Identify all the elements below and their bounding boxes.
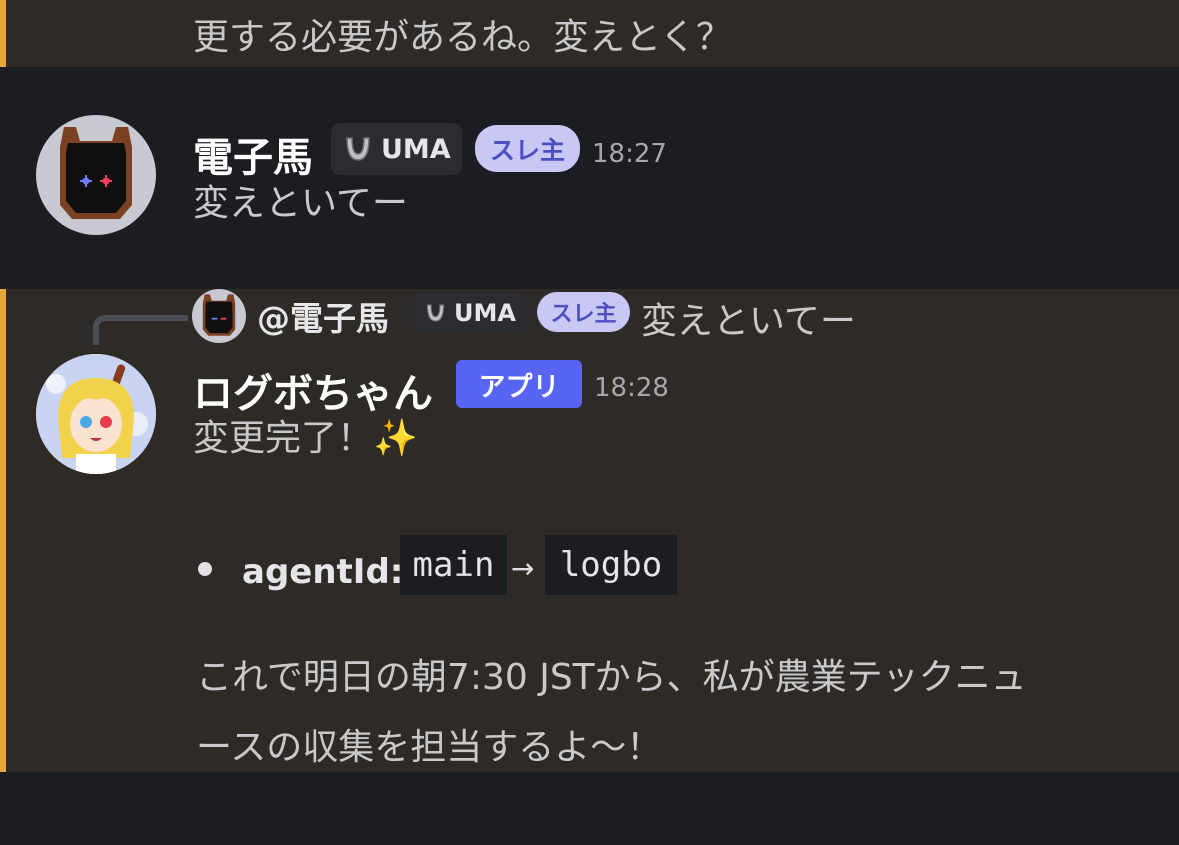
username-uma[interactable]: 電子馬 <box>193 125 313 183</box>
message-line-1: 変更完了！✨ <box>193 418 418 459</box>
horseshoe-icon <box>426 303 445 322</box>
timestamp-logbo[interactable]: 18:28 <box>594 373 669 403</box>
horse-mask-avatar-icon <box>60 127 132 219</box>
highlighted-message-bg <box>0 289 1179 772</box>
inline-code-from: main <box>400 535 507 595</box>
guild-tag-uma[interactable]: UMA <box>331 123 462 175</box>
reply-connector <box>93 315 188 345</box>
message-para-line-1: これで明日の朝7:30 JSTから、私が農業テックニュ <box>196 657 1027 698</box>
app-badge: アプリ <box>456 360 582 408</box>
message-text-uma: 変えといてー <box>193 183 408 224</box>
anime-girl-avatar-icon <box>36 354 156 474</box>
avatar-uma[interactable] <box>36 115 156 235</box>
arrow-glyph: → <box>511 552 535 585</box>
reply-avatar-uma[interactable] <box>192 289 246 343</box>
username-logbo[interactable]: ログボちゃん <box>193 361 433 419</box>
horse-mask-avatar-icon <box>202 294 236 336</box>
reply-thread-owner-badge: スレ主 <box>537 292 630 332</box>
bullet-dot <box>198 562 212 576</box>
message-para-line-2: ースの収集を担当するよ〜！ <box>196 727 663 768</box>
thread-owner-badge: スレ主 <box>475 125 580 172</box>
inline-code-to: logbo <box>545 535 677 595</box>
horseshoe-icon <box>346 137 370 161</box>
bullet-label: agentId: <box>242 552 404 592</box>
avatar-logbo[interactable] <box>36 354 156 474</box>
timestamp-uma[interactable]: 18:27 <box>592 139 667 169</box>
reply-preview-text[interactable]: 変えといてー <box>641 292 856 344</box>
reply-mention[interactable]: @電子馬 <box>257 292 389 340</box>
guild-tag-label: UMA <box>381 133 451 165</box>
reply-guild-tag: UMA <box>413 292 526 333</box>
previous-message-text: 更する必要があるね。変えとく？ <box>193 17 732 58</box>
guild-tag-label: UMA <box>454 298 516 327</box>
